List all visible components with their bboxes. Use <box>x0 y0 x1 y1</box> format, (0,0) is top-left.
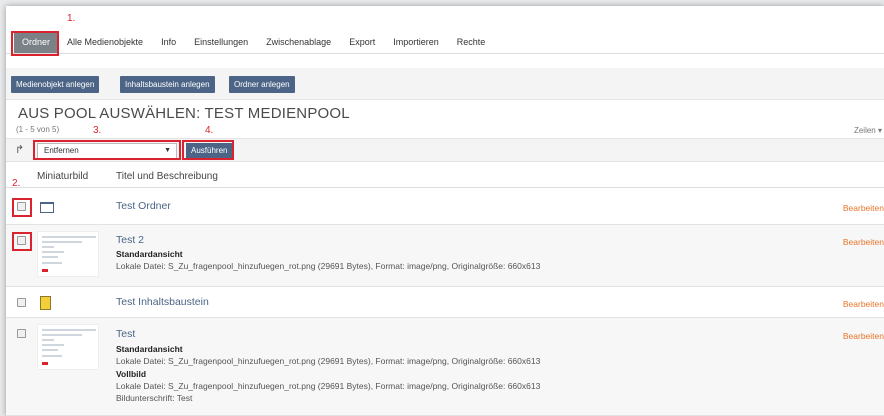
folder-icon <box>40 202 54 213</box>
rows-per-page-dropdown[interactable]: Zeilen ▾ <box>854 126 882 135</box>
item-title-link[interactable]: Test 2 <box>116 234 144 246</box>
item-title-link[interactable]: Test Inhaltsbaustein <box>116 296 209 308</box>
table-row: Test Ordner Bearbeiten <box>6 189 884 225</box>
edit-link[interactable]: Bearbeiten <box>843 299 884 309</box>
highlight-box-4 <box>182 140 234 160</box>
highlight-box-3 <box>33 140 181 160</box>
rows-label: Zeilen <box>853 126 876 135</box>
tab-info[interactable]: Info <box>152 31 185 53</box>
annotation-4: 4. <box>205 125 214 136</box>
tab-rechte[interactable]: Rechte <box>448 31 495 53</box>
table-header: Miniaturbild Titel und Beschreibung <box>6 166 884 188</box>
tab-alle-medienobjekte[interactable]: Alle Medienobjekte <box>58 31 152 53</box>
table-row: Test Inhaltsbaustein Bearbeiten <box>6 287 884 318</box>
content-block-icon <box>40 296 51 310</box>
highlight-box-1 <box>11 31 59 56</box>
view-label: Standardansicht <box>116 344 183 354</box>
annotation-2: 2. <box>12 178 21 189</box>
media-pool-window: 1. Ordner Alle Medienobjekte Info Einste… <box>6 6 884 416</box>
image-thumbnail[interactable] <box>37 231 99 277</box>
table-row: Test 2 Standardansicht Lokale Datei: S_Z… <box>6 225 884 287</box>
highlight-box-2a <box>12 198 32 217</box>
item-title-link[interactable]: Test <box>116 328 135 340</box>
toolbar: Medienobjekt anlegen Inhaltsbaustein anl… <box>6 68 884 100</box>
column-header-title[interactable]: Titel und Beschreibung <box>116 171 218 182</box>
row-checkbox[interactable] <box>17 298 26 307</box>
column-header-thumbnail: Miniaturbild <box>37 171 89 182</box>
edit-link[interactable]: Bearbeiten <box>843 237 884 247</box>
highlight-box-2b <box>12 232 32 251</box>
page-title: AUS POOL AUSWÄHLEN: TEST MEDIENPOOL <box>18 105 350 122</box>
file-info: Lokale Datei: S_Zu_fragenpool_hinzufuege… <box>116 356 541 366</box>
tab-zwischenablage[interactable]: Zwischenablage <box>257 31 340 53</box>
file-info: Lokale Datei: S_Zu_fragenpool_hinzufuege… <box>116 261 541 271</box>
item-title-link[interactable]: Test Ordner <box>116 200 171 212</box>
tab-einstellungen[interactable]: Einstellungen <box>185 31 257 53</box>
view-label: Vollbild <box>116 369 147 379</box>
select-arrow-icon: ↱ <box>15 144 25 156</box>
create-folder-button[interactable]: Ordner anlegen <box>229 76 295 93</box>
table-row: Test Standardansicht Lokale Datei: S_Zu_… <box>6 318 884 416</box>
edit-link[interactable]: Bearbeiten <box>843 203 884 213</box>
create-media-object-button[interactable]: Medienobjekt anlegen <box>11 76 100 93</box>
view-label: Standardansicht <box>116 249 183 259</box>
row-checkbox[interactable] <box>17 329 26 338</box>
tab-importieren[interactable]: Importieren <box>384 31 448 53</box>
annotation-1: 1. <box>67 13 76 24</box>
tab-export[interactable]: Export <box>340 31 384 53</box>
file-info: Lokale Datei: S_Zu_fragenpool_hinzufuege… <box>116 381 541 391</box>
caption-text: Bildunterschrift: Test <box>116 393 193 403</box>
create-content-block-button[interactable]: Inhaltsbaustein anlegen <box>120 76 215 93</box>
tab-bar: Ordner Alle Medienobjekte Info Einstellu… <box>6 30 884 54</box>
annotation-3: 3. <box>93 125 102 136</box>
image-thumbnail[interactable] <box>37 324 99 370</box>
chevron-down-icon: ▾ <box>877 126 882 135</box>
item-count: (1 - 5 von 5) <box>16 125 60 134</box>
edit-link[interactable]: Bearbeiten <box>843 331 884 341</box>
